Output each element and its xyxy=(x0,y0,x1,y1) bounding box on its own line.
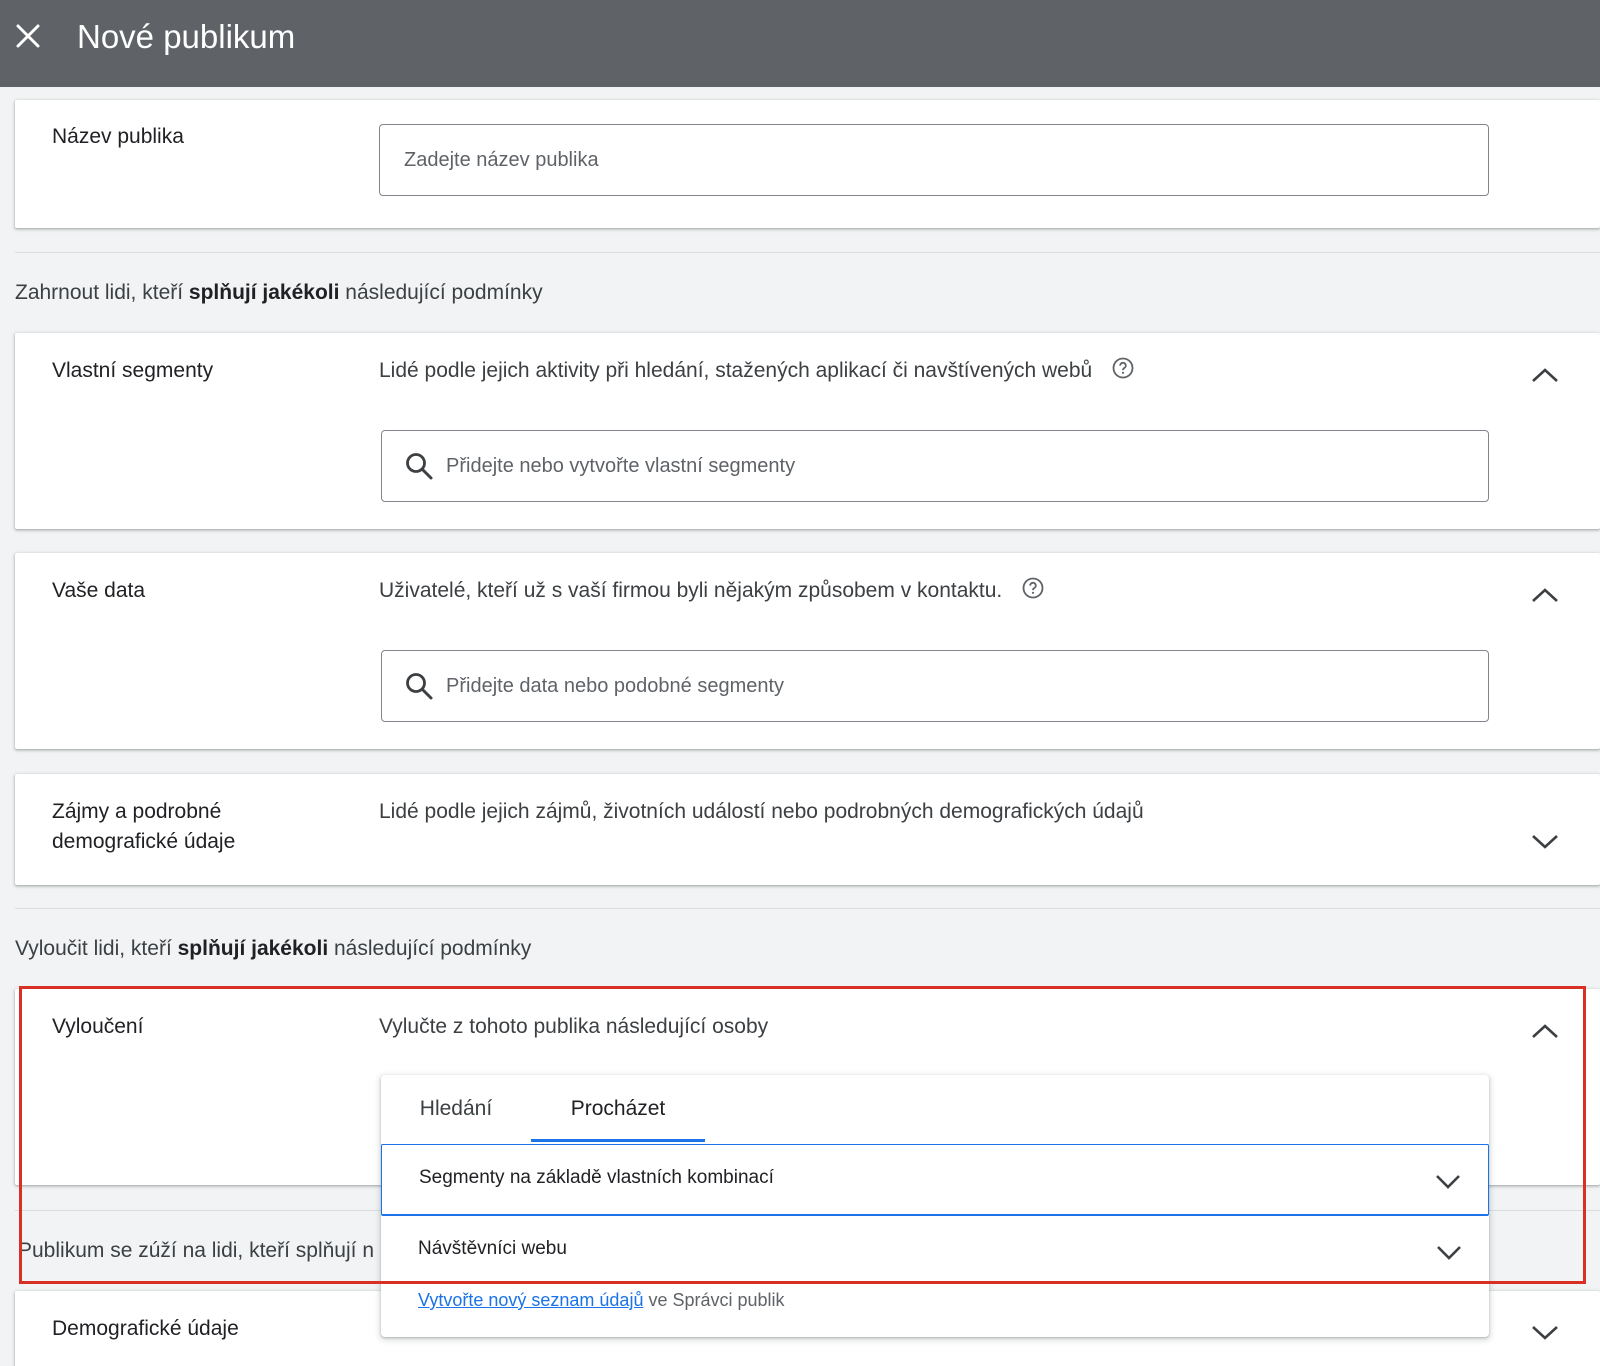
chevron-down-icon xyxy=(1437,1246,1461,1260)
dropdown-label: Návštěvníci webu xyxy=(418,1238,567,1259)
exclusions-dropdown-panel: Hledání Procházet Segmenty na základě vl… xyxy=(381,1075,1489,1337)
demographics-label: Demografické údaje xyxy=(52,1317,239,1340)
interests-card[interactable]: Zájmy a podrobné demografické údaje Lidé… xyxy=(15,774,1600,885)
audience-name-field-wrapper xyxy=(379,124,1489,196)
exclude-conditions-heading: Vyloučit lidi, kteří splňují jakékoli ná… xyxy=(15,937,532,960)
your-data-input[interactable] xyxy=(382,651,1488,721)
top-bar: Nové publikum xyxy=(0,0,1600,87)
chevron-up-icon xyxy=(1532,1024,1558,1038)
active-tab-indicator xyxy=(531,1139,705,1142)
collapse-button[interactable] xyxy=(1527,357,1563,393)
collapse-button[interactable] xyxy=(1527,1013,1563,1049)
close-icon xyxy=(16,24,40,48)
dropdown-label: Segmenty na základě vlastních kombinací xyxy=(419,1167,774,1188)
dropdown-custom-combinations[interactable]: Segmenty na základě vlastních kombinací xyxy=(381,1144,1489,1216)
audience-name-input[interactable] xyxy=(380,125,1488,195)
audience-name-label: Název publika xyxy=(52,125,184,148)
your-data-label: Vaše data xyxy=(52,579,146,602)
popup-footer: Vytvořte nový seznam údajů ve Správci pu… xyxy=(418,1290,785,1310)
help-icon[interactable] xyxy=(1022,577,1044,608)
custom-segments-card: Vlastní segmenty Lidé podle jejich aktiv… xyxy=(15,333,1600,529)
help-icon[interactable] xyxy=(1112,357,1134,388)
divider xyxy=(15,908,1600,909)
audience-name-card: Název publika xyxy=(15,100,1600,228)
page-title: Nové publikum xyxy=(77,18,296,55)
narrow-audience-heading: Publikum se zúží na lidi, kteří splňují … xyxy=(18,1239,374,1262)
your-data-search xyxy=(381,650,1489,722)
chevron-down-icon xyxy=(1532,1326,1558,1340)
create-data-list-link[interactable]: Vytvořte nový seznam údajů xyxy=(418,1290,643,1310)
interests-label: Zájmy a podrobné demografické údaje xyxy=(52,800,236,853)
your-data-description: Uživatelé, kteří už s vaší firmou byli n… xyxy=(379,576,1044,608)
custom-segments-input[interactable] xyxy=(382,431,1488,501)
custom-segments-search xyxy=(381,430,1489,502)
tab-browse[interactable]: Procházet xyxy=(531,1075,705,1143)
your-data-card: Vaše data Uživatelé, kteří už s vaší fir… xyxy=(15,553,1600,749)
exclusions-description: Vylučte z tohoto publika následující oso… xyxy=(379,1015,769,1038)
expand-button[interactable] xyxy=(1527,1315,1563,1351)
search-icon xyxy=(406,453,433,480)
chevron-down-icon xyxy=(1532,835,1558,849)
expand-button[interactable] xyxy=(1527,824,1563,860)
search-icon xyxy=(406,673,433,700)
tab-search[interactable]: Hledání xyxy=(381,1075,531,1143)
interests-description: Lidé podle jejich zájmů, životních událo… xyxy=(379,800,1144,823)
custom-segments-label: Vlastní segmenty xyxy=(52,359,214,382)
dropdown-website-visitors[interactable]: Návštěvníci webu xyxy=(381,1216,1489,1288)
chevron-up-icon xyxy=(1532,588,1558,602)
divider xyxy=(15,252,1600,253)
collapse-button[interactable] xyxy=(1527,577,1563,613)
chevron-up-icon xyxy=(1532,368,1558,382)
exclusions-label: Vyloučení xyxy=(52,1015,144,1038)
chevron-down-icon xyxy=(1436,1175,1460,1189)
custom-segments-description: Lidé podle jejich aktivity při hledání, … xyxy=(379,356,1134,388)
close-button[interactable] xyxy=(12,20,44,52)
include-conditions-heading: Zahrnout lidi, kteří splňují jakékoli ná… xyxy=(15,281,543,304)
